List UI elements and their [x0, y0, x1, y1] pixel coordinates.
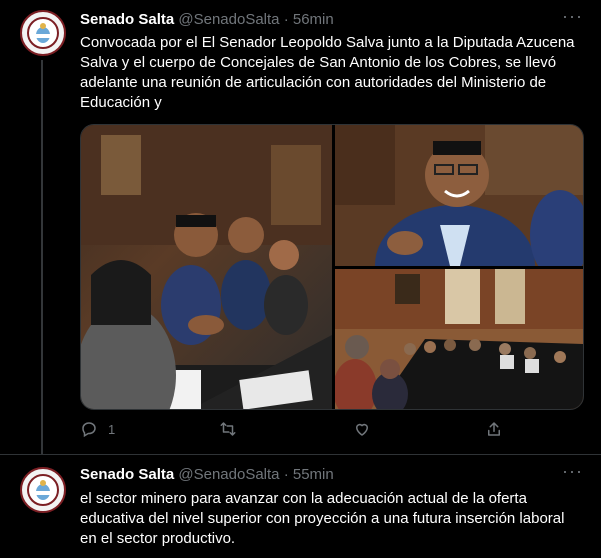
retweet-button[interactable]: [219, 420, 237, 438]
author-name[interactable]: Senado Salta: [80, 11, 174, 28]
tweet-header: Senado Salta @SenadoSalta · 55min: [80, 466, 334, 483]
retweet-icon: [220, 422, 236, 436]
senate-seal-icon: [27, 17, 59, 49]
author-handle[interactable]: @SenadoSalta: [178, 466, 279, 483]
separator-dot: ·: [283, 11, 289, 28]
author-handle[interactable]: @SenadoSalta: [178, 11, 279, 28]
meeting-photo-1[interactable]: [81, 125, 332, 409]
tweet-actions: 1: [80, 420, 580, 444]
tweet-text: Convocada por el El Senador Leopoldo Sal…: [80, 34, 575, 111]
tweet-media-grid[interactable]: [80, 124, 584, 410]
tweet[interactable]: Senado Salta @SenadoSalta · 55min ··· el…: [0, 454, 601, 558]
author-name[interactable]: Senado Salta: [80, 466, 174, 483]
share-icon: [488, 422, 500, 436]
timestamp[interactable]: 55min: [293, 466, 334, 483]
like-button[interactable]: [353, 420, 371, 438]
reply-icon: [82, 422, 96, 438]
like-icon: [356, 423, 368, 436]
more-options-icon[interactable]: ···: [562, 6, 583, 27]
senate-seal-icon: [27, 474, 59, 506]
tweet[interactable]: Senado Salta @SenadoSalta · 56min ··· Co…: [0, 0, 601, 454]
meeting-photo-3[interactable]: [335, 269, 583, 409]
more-options-icon[interactable]: ···: [562, 461, 583, 482]
reply-count: 1: [108, 421, 116, 437]
separator-dot: ·: [283, 466, 289, 483]
tweet-header: Senado Salta @SenadoSalta · 56min: [80, 11, 334, 28]
reply-button[interactable]: 1: [80, 420, 115, 438]
meeting-photo-2[interactable]: [335, 125, 583, 266]
avatar[interactable]: [20, 467, 66, 513]
tweet-text: el sector minero para avanzar con la ade…: [80, 490, 565, 547]
share-button[interactable]: [485, 420, 503, 438]
timestamp[interactable]: 56min: [293, 11, 334, 28]
avatar[interactable]: [20, 10, 66, 56]
